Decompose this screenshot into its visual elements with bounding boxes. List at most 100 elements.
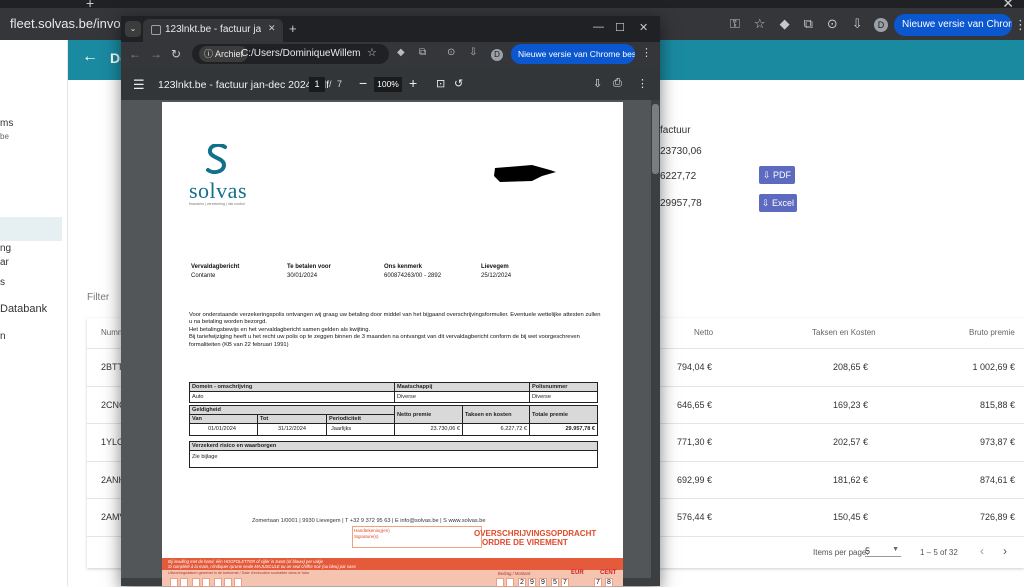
page-size-value: 5 — [865, 546, 871, 556]
pdf-file-title: 123lnkt.be - factuur jan-dec 2024.pdf — [158, 79, 330, 91]
minimize-icon[interactable]: — — [593, 21, 604, 33]
ons-kenmerk-value: 600874263/00 - 2892 — [384, 273, 442, 279]
fit-to-page-icon[interactable]: ⊡ — [436, 77, 445, 90]
sidebar-item[interactable]: s — [0, 277, 5, 288]
previous-page-button[interactable]: ‹ — [980, 544, 984, 558]
chrome-update-button[interactable]: Nieuwe versie van Chrome beschikbaar — [511, 44, 635, 64]
download-icon[interactable]: ⇩ — [852, 13, 863, 35]
sidebar-item[interactable]: ng — [0, 243, 11, 254]
popup-tab-title: 123lnkt.be - factuur jan-dec 20 — [165, 24, 261, 35]
filter-input[interactable]: Filter — [87, 292, 109, 303]
menu-icon[interactable]: ⋮ — [641, 46, 652, 59]
page-total: 7 — [337, 79, 343, 89]
back-arrow-icon[interactable]: ← — [82, 48, 98, 66]
tab-search-icon[interactable]: ⌄ — [125, 21, 141, 37]
download-excel-button[interactable]: ⇩ Excel — [759, 194, 797, 212]
back-icon[interactable]: ← — [129, 47, 141, 61]
download-icon: ⇩ — [762, 170, 774, 180]
letter-paragraph: Het betalingsbewijs en het vervaldagberi… — [189, 326, 371, 333]
risico-value: Zie bijlage — [189, 450, 598, 468]
column-header-taksen[interactable]: Taksen en Kosten — [812, 328, 876, 337]
excel-button-label: Excel — [772, 198, 795, 208]
row-bruto: 973,87 € — [979, 437, 1015, 447]
column-header-bruto[interactable]: Bruto premie — [969, 328, 1015, 337]
tot-value: 31/12/2024 — [257, 423, 327, 436]
scrollbar-thumb[interactable] — [652, 104, 659, 174]
hamburger-menu-icon[interactable]: ☰ — [133, 77, 145, 93]
download-icon: ⇩ — [761, 198, 773, 208]
footer-address: Zomertaan 1/0001 | 9930 Lievegem | T +32… — [252, 518, 486, 524]
extension-icon[interactable]: ◆ — [780, 13, 790, 35]
more-actions-icon[interactable]: ⋮ — [637, 77, 648, 90]
print-icon[interactable]: ⎙ — [613, 77, 622, 90]
page-separator: / — [329, 79, 332, 89]
download-pdf-button[interactable]: ⇩ PDF — [759, 166, 795, 184]
transfer-title-nl: OVERSCHRIJVINGSOPDRACHT — [474, 529, 597, 538]
info-icon: ⓘ — [204, 49, 216, 59]
solvas-logo-text: solvas — [189, 178, 247, 203]
ons-kenmerk-label: Ons kenmerk — [384, 264, 423, 270]
netto-premie-value: 23.730,06 € — [394, 423, 463, 436]
te-betalen-voor-label: Te betalen voor — [287, 264, 331, 270]
extensions-menu-icon[interactable]: ⊙ — [827, 13, 838, 35]
key-icon[interactable]: ⚿ — [730, 13, 740, 35]
amount-label: Bedrag / Montant — [498, 571, 531, 576]
sidebar-item[interactable]: n — [0, 331, 6, 342]
signature-label-fr: Signature(s) — [354, 534, 379, 539]
reload-icon[interactable]: ↻ — [171, 47, 181, 61]
eur-label: EUR — [571, 570, 584, 576]
letter-paragraph: Voor onderstaande verzekeringspolis ontv… — [189, 312, 601, 326]
download-pdf-icon[interactable]: ⇩ — [593, 77, 602, 90]
zoom-in-button[interactable]: + — [409, 75, 417, 91]
pdf-page: solvas financiers | verzekering | risk c… — [162, 102, 623, 587]
van-value: 01/01/2024 — [189, 423, 258, 436]
puzzle-icon[interactable]: ⧉ — [419, 47, 426, 58]
chrome-update-button[interactable]: Nieuwe versie van Chrome beschikbaar — [894, 14, 1012, 36]
sidebar-active-item[interactable] — [0, 217, 62, 241]
row-taksen: 150,45 € — [832, 512, 868, 522]
next-page-button[interactable]: › — [1003, 544, 1007, 558]
invoice-label: factuur — [660, 125, 691, 136]
download-icon[interactable]: ⇩ — [469, 47, 477, 58]
background-tab-strip: + ✕ — [0, 0, 1024, 11]
domein-value: Auto — [189, 391, 395, 403]
dropdown-arrow-icon: ▼ — [892, 546, 899, 553]
bookmark-star-icon[interactable]: ☆ — [367, 46, 377, 59]
forward-icon[interactable]: → — [150, 47, 162, 61]
extension-icon[interactable]: ◆ — [397, 47, 405, 58]
star-icon[interactable]: ☆ — [754, 13, 766, 35]
rotate-icon[interactable]: ↺ — [454, 77, 463, 90]
transfer-title-fr: ORDRE DE VIREMENT — [482, 538, 568, 547]
column-header-netto[interactable]: Netto — [694, 328, 713, 337]
puzzle-icon[interactable]: ⧉ — [804, 13, 813, 35]
items-per-page-select[interactable]: 5 ▼ — [865, 546, 901, 557]
profile-avatar[interactable]: D — [874, 18, 888, 32]
new-tab-icon[interactable]: + — [289, 21, 297, 36]
row-taksen: 181,62 € — [832, 475, 868, 485]
periodiciteit-value: Jaarlijks — [326, 423, 395, 436]
items-per-page-label: Items per page: — [813, 548, 869, 557]
sidebar-item-databank[interactable]: Databank — [0, 303, 47, 315]
background-toolbar-icons: ⚿ ☆ ◆ ⧉ ⊙ ⇩ — [730, 13, 863, 35]
close-window-icon[interactable]: ✕ — [639, 21, 648, 34]
zoom-input[interactable]: 100% — [374, 77, 402, 92]
sidebar-item[interactable]: ar — [0, 257, 9, 268]
close-tab-icon[interactable]: ✕ — [268, 23, 276, 34]
te-betalen-voor-value: 30/01/2024 — [287, 273, 318, 279]
popup-url[interactable]: C:/Users/DominiqueWillemsSol... — [241, 48, 361, 59]
row-bruto: 726,89 € — [979, 512, 1015, 522]
menu-icon[interactable]: ⋮ — [1014, 14, 1024, 36]
extensions-menu-icon[interactable]: ⊙ — [447, 47, 455, 58]
lievegem-label: Lievegem — [481, 264, 509, 270]
taksen-value: 6227,72 — [660, 171, 697, 182]
table-header-taksen: Taksen en kosten — [462, 405, 530, 424]
row-bruto: 1 002,69 € — [972, 362, 1015, 372]
logo-tagline: financiers | verzekering | risk control — [189, 202, 245, 206]
pdf-tab-icon — [151, 25, 161, 35]
sidebar-text: be — [0, 132, 9, 141]
page-number-input[interactable]: 1 — [309, 77, 325, 92]
maximize-icon[interactable]: ☐ — [615, 21, 625, 34]
cent-label: CENT — [600, 570, 617, 576]
zoom-out-button[interactable]: − — [359, 75, 367, 91]
profile-avatar[interactable]: D — [491, 49, 503, 61]
